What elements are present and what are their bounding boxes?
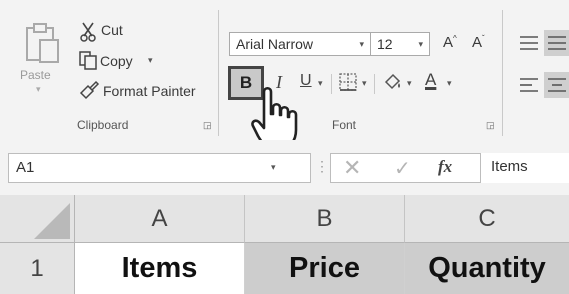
font-name-value: Arial Narrow (236, 36, 314, 52)
shrink-font-button[interactable]: Aˇ (472, 34, 485, 51)
formula-bar-grip-icon[interactable]: ⋮ (315, 158, 329, 175)
cancel-icon[interactable]: ✕ (343, 155, 361, 181)
fill-color-dropdown-icon[interactable]: ▾ (407, 78, 412, 89)
format-painter-label: Format Painter (103, 83, 196, 99)
group-divider (502, 10, 503, 136)
font-group-label: Font (332, 118, 357, 132)
insert-function-button[interactable]: fx (438, 157, 452, 177)
paste-button[interactable]: Paste ▾ (18, 20, 66, 102)
row-header-1[interactable]: 1 (0, 243, 75, 294)
grow-font-button[interactable]: A^ (443, 34, 457, 51)
font-name-dropdown-icon: ▾ (359, 39, 364, 49)
column-header-a[interactable]: A (75, 195, 245, 243)
align-top-icon[interactable] (518, 34, 540, 52)
align-center-icon (548, 78, 566, 92)
name-box[interactable]: A1 (8, 153, 311, 183)
cell-b1[interactable]: Price (245, 243, 405, 294)
copy-label: Copy (100, 53, 133, 69)
grow-font-label: A (443, 34, 454, 51)
format-painter-button[interactable]: Format Painter (78, 80, 208, 104)
borders-dropdown-icon[interactable]: ▾ (362, 78, 367, 89)
copy-button[interactable]: Copy ▾ (78, 50, 158, 74)
divider (331, 74, 332, 94)
font-size-dropdown-icon: ▾ (418, 39, 423, 49)
cut-icon (80, 22, 96, 42)
shrink-font-label: A (472, 34, 483, 51)
font-launcher-icon[interactable]: ◲ (486, 120, 495, 131)
ribbon: Paste ▾ Cut Copy ▾ Format Painter Clipbo… (0, 0, 569, 150)
paste-label: Paste (20, 68, 51, 82)
borders-icon[interactable] (338, 72, 358, 92)
paste-dropdown-icon: ▾ (36, 84, 41, 94)
copy-dropdown-icon: ▾ (148, 55, 153, 65)
copy-icon (79, 51, 97, 70)
font-color-button[interactable]: A (425, 70, 436, 90)
cell-a1[interactable]: Items (75, 243, 245, 294)
align-center-button[interactable] (544, 72, 569, 98)
paste-icon (26, 23, 59, 63)
formula-input[interactable]: Items (480, 153, 569, 183)
clipboard-group-label: Clipboard (77, 118, 129, 132)
align-left-icon[interactable] (518, 76, 540, 94)
select-all-icon (34, 203, 70, 239)
cell-c1[interactable]: Quantity (405, 243, 569, 294)
group-divider (218, 10, 219, 136)
font-size-value: 12 (377, 36, 393, 52)
font-name-select[interactable]: Arial Narrow ▾ (229, 32, 371, 56)
font-color-dropdown-icon[interactable]: ▾ (447, 78, 452, 89)
name-box-dropdown-icon[interactable]: ▾ (271, 162, 276, 173)
fill-color-icon[interactable] (382, 72, 404, 92)
align-middle-icon (548, 36, 566, 50)
underline-dropdown-icon[interactable]: ▾ (318, 78, 323, 89)
column-header-c[interactable]: C (405, 195, 569, 243)
font-size-select[interactable]: 12 ▾ (370, 32, 430, 56)
cut-label: Cut (101, 22, 123, 38)
column-header-b[interactable]: B (245, 195, 405, 243)
format-painter-icon (79, 80, 100, 100)
select-all-button[interactable] (0, 195, 75, 243)
divider (374, 74, 375, 94)
enter-icon[interactable]: ✓ (394, 156, 411, 181)
underline-button[interactable]: U (300, 72, 312, 90)
clipboard-launcher-icon[interactable]: ◲ (203, 120, 212, 131)
align-middle-button[interactable] (544, 30, 569, 56)
